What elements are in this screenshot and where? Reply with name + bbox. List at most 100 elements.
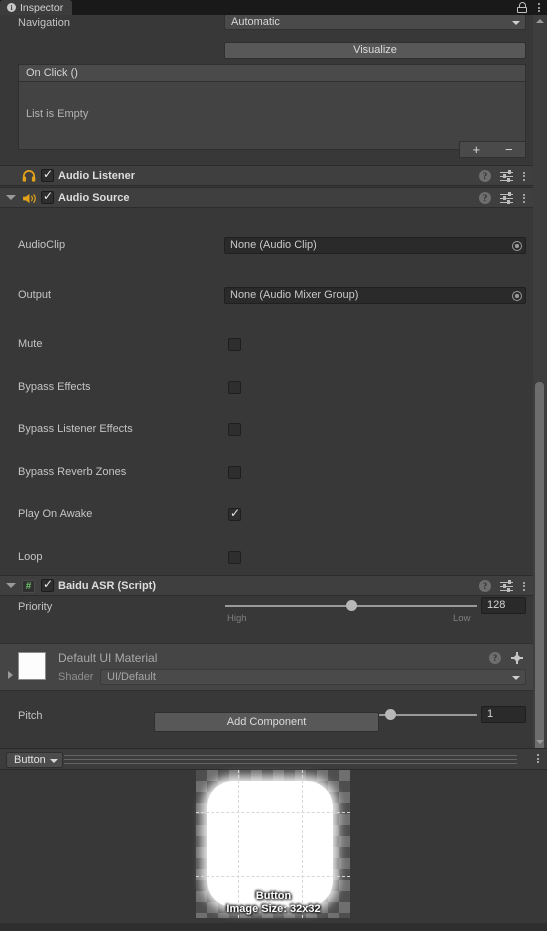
priority-value-field[interactable]: 128 bbox=[481, 597, 526, 614]
headphones-icon bbox=[22, 170, 36, 182]
object-picker-icon[interactable] bbox=[512, 291, 522, 301]
shader-value: UI/Default bbox=[107, 671, 156, 683]
help-icon[interactable]: ? bbox=[479, 192, 491, 204]
preview-drag-handle[interactable] bbox=[64, 755, 517, 764]
sprite-name-caption: Button bbox=[255, 890, 292, 902]
pitch-label: Pitch bbox=[18, 710, 43, 722]
slider-knob[interactable] bbox=[346, 600, 357, 611]
mute-label: Mute bbox=[18, 338, 43, 350]
priority-value: 128 bbox=[487, 599, 506, 611]
kebab-menu-icon[interactable] bbox=[522, 193, 525, 203]
foldout-triangle-icon[interactable] bbox=[8, 671, 13, 679]
bypass-reverb-zones-checkbox[interactable] bbox=[228, 466, 241, 479]
nine-slice-bottom-guide bbox=[196, 876, 350, 877]
visualize-button[interactable]: Visualize bbox=[224, 42, 526, 59]
audio-source-enabled-checkbox[interactable] bbox=[41, 189, 54, 204]
preset-icon[interactable] bbox=[500, 169, 513, 183]
audioclip-row: AudioClip None (Audio Clip) bbox=[0, 234, 533, 257]
bypass-reverb-zones-row: Bypass Reverb Zones bbox=[0, 461, 533, 484]
inspector-tabbar: i Inspector bbox=[0, 0, 547, 15]
play-on-awake-checkbox[interactable] bbox=[228, 506, 241, 521]
baidu-asr-enabled-checkbox[interactable] bbox=[41, 577, 54, 592]
shader-label: Shader bbox=[58, 671, 94, 683]
onclick-empty-label: List is Empty bbox=[26, 108, 89, 120]
component-header-audio-source[interactable]: Audio Source ? bbox=[0, 187, 533, 208]
bypass-effects-checkbox[interactable] bbox=[228, 381, 241, 394]
play-on-awake-row: Play On Awake bbox=[0, 503, 533, 526]
bypass-effects-label: Bypass Effects bbox=[18, 381, 91, 393]
visualize-label: Visualize bbox=[353, 44, 397, 56]
audio-listener-header-icons: ? bbox=[479, 169, 525, 183]
audio-source-title: Audio Source bbox=[58, 192, 130, 204]
sprite-image bbox=[207, 781, 333, 907]
image-size-caption: Image Size: 32x32 bbox=[226, 903, 321, 915]
onclick-add-button[interactable]: + bbox=[472, 142, 480, 157]
mute-checkbox[interactable] bbox=[228, 338, 241, 351]
audioclip-object-field[interactable]: None (Audio Clip) bbox=[224, 237, 526, 254]
component-header-audio-listener[interactable]: Audio Listener ? bbox=[0, 165, 533, 186]
chevron-down-icon bbox=[512, 676, 520, 680]
slider-knob[interactable] bbox=[385, 709, 396, 720]
play-on-awake-label: Play On Awake bbox=[18, 508, 93, 520]
inspector-scroll-body: Navigation Automatic Visualize On Click … bbox=[0, 15, 533, 748]
object-picker-icon[interactable] bbox=[512, 241, 522, 251]
kebab-menu-icon[interactable] bbox=[522, 581, 525, 591]
material-preview-swatch bbox=[18, 652, 46, 680]
preview-object-label: Button bbox=[14, 754, 46, 766]
onclick-add-remove: + − bbox=[459, 141, 526, 158]
info-icon: i bbox=[7, 3, 16, 12]
loop-row: Loop bbox=[0, 546, 533, 569]
chevron-down-icon bbox=[512, 21, 520, 25]
loop-checkbox[interactable] bbox=[228, 551, 241, 564]
kebab-menu-icon[interactable] bbox=[536, 754, 539, 763]
baidu-asr-header-icons: ? bbox=[479, 579, 525, 593]
tab-inspector-label: Inspector bbox=[20, 1, 64, 14]
bypass-listener-effects-label: Bypass Listener Effects bbox=[18, 423, 133, 435]
onclick-list-body: List is Empty bbox=[18, 82, 526, 150]
add-component-button[interactable]: Add Component bbox=[154, 712, 379, 732]
kebab-menu-icon[interactable] bbox=[522, 171, 525, 181]
navigation-dropdown[interactable]: Automatic bbox=[224, 15, 526, 30]
output-object-field[interactable]: None (Audio Mixer Group) bbox=[224, 287, 526, 304]
onclick-header[interactable]: On Click () bbox=[18, 64, 526, 82]
scroll-down-arrow-icon[interactable] bbox=[536, 740, 544, 744]
audio-listener-enabled-checkbox[interactable] bbox=[41, 167, 54, 182]
help-icon[interactable]: ? bbox=[479, 580, 491, 592]
audio-source-header-icons: ? bbox=[479, 191, 525, 205]
inspector-vertical-scrollbar[interactable] bbox=[533, 15, 547, 755]
sprite-preview-area: Button Image Size: 32x32 CSDN @张屿秋 bbox=[0, 770, 547, 931]
nine-slice-top-guide bbox=[196, 812, 350, 813]
scrollbar-thumb[interactable] bbox=[535, 382, 544, 755]
baidu-asr-title: Baidu ASR (Script) bbox=[58, 580, 156, 592]
shader-dropdown[interactable]: UI/Default bbox=[100, 669, 526, 685]
component-header-baidu-asr[interactable]: # Baidu ASR (Script) ? bbox=[0, 575, 533, 596]
loop-label: Loop bbox=[18, 551, 43, 563]
priority-left-label: High bbox=[227, 613, 247, 624]
bypass-effects-row: Bypass Effects bbox=[0, 376, 533, 399]
help-icon[interactable]: ? bbox=[479, 170, 491, 182]
onclick-remove-button[interactable]: − bbox=[505, 142, 513, 157]
navigation-label: Navigation bbox=[18, 17, 70, 29]
kebab-menu-icon[interactable] bbox=[537, 3, 540, 12]
foldout-triangle-icon[interactable] bbox=[6, 195, 16, 200]
tab-inspector[interactable]: i Inspector bbox=[0, 0, 73, 15]
output-row: Output None (Audio Mixer Group) bbox=[0, 284, 533, 307]
preset-icon[interactable] bbox=[500, 579, 513, 593]
output-label: Output bbox=[18, 289, 52, 301]
gear-icon[interactable] bbox=[511, 652, 523, 664]
unity-inspector-window: i Inspector Navigation Automatic Visuali… bbox=[0, 0, 547, 931]
bypass-listener-effects-checkbox[interactable] bbox=[228, 423, 241, 436]
preview-object-dropdown[interactable]: Button bbox=[6, 752, 63, 768]
pitch-value-field[interactable]: 1 bbox=[481, 706, 526, 723]
audioclip-value: None (Audio Clip) bbox=[230, 239, 317, 251]
scroll-up-arrow-icon[interactable] bbox=[536, 19, 544, 23]
preview-toolbar: Button bbox=[0, 748, 547, 770]
chevron-down-icon bbox=[49, 759, 58, 763]
help-icon[interactable]: ? bbox=[489, 652, 501, 664]
output-value: None (Audio Mixer Group) bbox=[230, 289, 359, 301]
preset-icon[interactable] bbox=[500, 191, 513, 205]
priority-slider[interactable] bbox=[225, 598, 477, 614]
foldout-triangle-icon[interactable] bbox=[6, 583, 16, 588]
onclick-header-label: On Click () bbox=[26, 67, 78, 79]
lock-icon[interactable] bbox=[517, 2, 527, 13]
